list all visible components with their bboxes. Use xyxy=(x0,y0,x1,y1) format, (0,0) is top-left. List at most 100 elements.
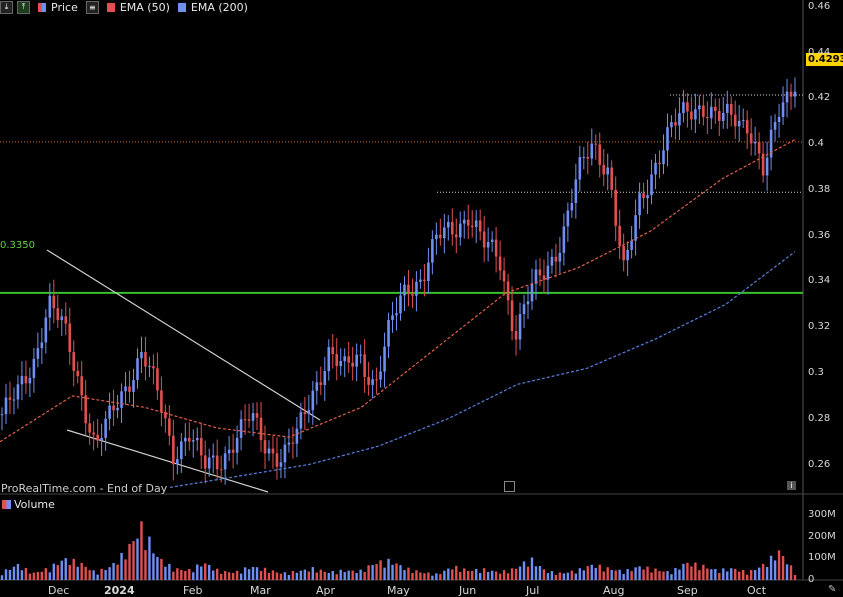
volume-bar xyxy=(710,569,713,580)
candle-body xyxy=(435,234,438,240)
volume-bar xyxy=(351,570,354,580)
volume-bar xyxy=(323,571,326,580)
candle-body xyxy=(411,294,414,296)
upper-trend-line xyxy=(46,249,321,421)
wrench-icon[interactable]: ✎ xyxy=(828,584,836,595)
expand-icon[interactable]: ⤒ xyxy=(17,0,30,14)
candle-body xyxy=(259,417,263,441)
candle-body xyxy=(526,301,530,305)
volume-bar xyxy=(371,565,374,580)
candle-body xyxy=(199,437,203,456)
volume-bar xyxy=(235,570,239,580)
candle-body xyxy=(275,453,279,467)
legend-bar: ⤓ ⤒ Price ≡ EMA (50) EMA (200) xyxy=(0,0,248,14)
candle-body xyxy=(741,120,745,122)
candle-body xyxy=(717,110,721,122)
volume-bar xyxy=(463,568,466,580)
volume-bar xyxy=(152,553,155,580)
candle-body xyxy=(263,440,267,454)
volume-bar xyxy=(287,575,291,580)
volume-bar xyxy=(148,536,151,580)
candle-body xyxy=(267,448,271,454)
time-tick-label: Feb xyxy=(183,584,203,597)
calendar-icon[interactable] xyxy=(504,481,515,492)
candle-body xyxy=(343,356,347,362)
volume-bar xyxy=(626,568,629,580)
candle-body xyxy=(602,164,606,175)
volume-bar xyxy=(506,573,510,580)
time-tick-label: Apr xyxy=(316,584,336,597)
candle-body xyxy=(387,319,390,347)
candle-body xyxy=(271,448,275,454)
candle-body xyxy=(706,116,709,119)
ema50-line xyxy=(0,139,796,443)
candle-body xyxy=(124,386,127,392)
candle-body xyxy=(92,432,95,435)
candle-body xyxy=(52,295,56,309)
candle-body xyxy=(239,419,243,438)
candle-body xyxy=(207,457,211,469)
volume-bar xyxy=(196,564,199,580)
volume-bar xyxy=(164,566,167,580)
volume-bar xyxy=(263,567,267,580)
candle-body xyxy=(12,399,16,401)
legend-price-label[interactable]: Price xyxy=(51,1,78,14)
candle-body xyxy=(682,102,685,114)
volume-bar xyxy=(24,567,28,580)
volume-bar xyxy=(176,568,179,580)
volume-bar xyxy=(706,568,709,580)
volume-bar xyxy=(331,570,334,580)
candle-body xyxy=(383,346,386,372)
candle-body xyxy=(76,370,80,377)
candle-body xyxy=(439,234,442,239)
volume-bar xyxy=(215,568,219,580)
candle-body xyxy=(335,354,339,367)
candle-body xyxy=(24,376,28,384)
candle-body xyxy=(586,156,590,159)
volume-bar xyxy=(566,572,570,580)
candle-body xyxy=(785,91,789,103)
price-swatch xyxy=(38,2,46,12)
candle-body xyxy=(562,226,566,253)
volume-label[interactable]: Volume xyxy=(14,498,55,511)
candle-body xyxy=(379,371,382,380)
volume-bar xyxy=(319,569,322,580)
legend-ema50-label[interactable]: EMA (50) xyxy=(120,1,170,14)
volume-bar xyxy=(247,569,251,580)
volume-bar xyxy=(12,566,16,580)
candle-body xyxy=(80,376,83,396)
candle-body xyxy=(307,410,311,415)
candle-body xyxy=(140,352,143,359)
volume-bar xyxy=(550,571,554,580)
candle-body xyxy=(793,91,797,97)
volume-bar xyxy=(379,560,382,580)
volume-bar xyxy=(530,557,534,580)
volume-legend: Volume xyxy=(0,497,55,511)
volume-bar xyxy=(662,571,665,580)
volume-bar xyxy=(84,566,87,580)
info-icon[interactable]: i xyxy=(787,481,796,490)
volume-bar xyxy=(64,558,67,580)
volume-bar xyxy=(355,572,358,580)
candle-body xyxy=(427,262,430,281)
list-icon[interactable]: ≡ xyxy=(85,0,99,14)
volume-bar xyxy=(44,568,48,580)
candle-body xyxy=(295,428,299,444)
collapse-icon[interactable]: ⤓ xyxy=(0,0,13,14)
legend-ema200-label[interactable]: EMA (200) xyxy=(191,1,248,14)
time-tick-label: Aug xyxy=(603,584,625,597)
volume-bar xyxy=(132,541,135,580)
volume-bar xyxy=(738,571,741,580)
candle-body xyxy=(152,366,155,369)
volume-bar xyxy=(753,570,757,580)
candle-body xyxy=(781,102,785,117)
candle-body xyxy=(714,106,717,111)
candle-body xyxy=(638,193,641,216)
candle-body xyxy=(737,120,741,127)
volume-bar xyxy=(654,568,657,580)
volume-bar xyxy=(335,574,338,580)
volume-bar xyxy=(80,562,83,580)
candle-body xyxy=(132,380,135,392)
price-chart[interactable] xyxy=(0,0,843,596)
candle-body xyxy=(482,231,486,248)
